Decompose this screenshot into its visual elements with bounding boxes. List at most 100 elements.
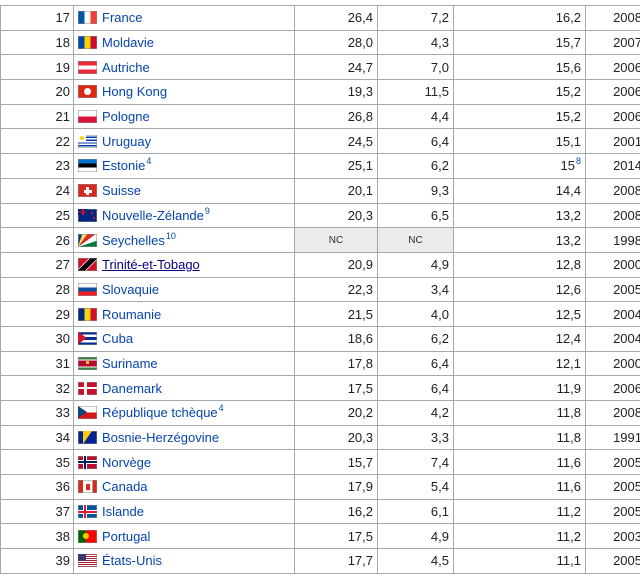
cell-value: 4,9	[430, 257, 449, 273]
country-link[interactable]: Autriche	[102, 60, 150, 75]
year-value: 2008	[613, 10, 640, 26]
rank-cell: 25	[0, 202, 74, 229]
year-cell: 2000	[585, 350, 640, 377]
reference-link[interactable]: 9	[205, 206, 210, 216]
year-cell: 2008	[585, 5, 640, 31]
table-row: 24 Suisse 20,1 9,3 14,4 2008	[0, 177, 640, 204]
cell-value: NC	[328, 234, 344, 246]
year-value: 2005	[613, 454, 640, 470]
table-body: 17 France 26,4 7,2 16,2 2008 18 Moldavie 28,0 4,3…	[0, 5, 640, 574]
rank-cell: 22	[0, 128, 74, 155]
year-cell: 2004	[585, 301, 640, 327]
country-link[interactable]: République tchèque	[102, 405, 218, 420]
flag-norway-icon	[78, 455, 97, 469]
table-row: 34 Bosnie-Herzégovine 20,3 3,3 11,8 1991	[0, 424, 640, 451]
year-value: 2006	[613, 109, 640, 125]
flag-bosnia-icon	[78, 431, 97, 445]
country-link[interactable]: Pologne	[102, 109, 150, 124]
rank-cell: 30	[0, 325, 74, 352]
country-link[interactable]: Moldavie	[102, 35, 154, 50]
reference-link[interactable]: 8	[576, 156, 581, 166]
value-cell: 20,2	[294, 400, 378, 426]
country-link[interactable]: Slovaquie	[102, 282, 159, 297]
nc-cell: NC	[294, 227, 378, 253]
value-cell: 7,4	[377, 449, 454, 476]
table-row: 37 Islande 16,2 6,1 11,2 2005	[0, 498, 640, 525]
country-link[interactable]: Seychelles	[102, 233, 165, 248]
country-link[interactable]: Canada	[102, 479, 148, 494]
country-cell: France	[73, 5, 295, 31]
cell-value: 12,4	[555, 331, 581, 347]
country-link[interactable]: Roumanie	[102, 307, 161, 322]
country-link[interactable]: Suisse	[102, 183, 141, 198]
value-cell: 11,2	[453, 523, 586, 550]
country-link[interactable]: Suriname	[102, 356, 158, 371]
cell-value: 17,7	[347, 553, 373, 569]
flag-canada-icon	[78, 480, 97, 494]
cell-value: 6,5	[430, 207, 449, 223]
year-cell: 1991	[585, 424, 640, 451]
value-cell: 24,7	[294, 54, 378, 81]
rank-cell: 20	[0, 79, 74, 105]
value-cell: 9,3	[377, 177, 454, 204]
flag-france-icon	[78, 11, 97, 25]
cell-value: 15,1	[555, 133, 581, 149]
value-cell: 7,2	[377, 5, 454, 31]
country-link[interactable]: Norvège	[102, 455, 151, 470]
country-link[interactable]: États-Unis	[102, 553, 162, 568]
table-row: 26 Seychelles10 NC NC 13,2 1998	[0, 227, 640, 253]
cell-value: 25,1	[347, 158, 373, 174]
year-cell: 2006	[585, 103, 640, 130]
rank-cell: 17	[0, 5, 74, 31]
country-cell: Suisse	[73, 177, 295, 204]
value-cell: 11,8	[453, 400, 586, 426]
value-cell: 158	[453, 153, 586, 179]
cell-value: 11,2	[556, 528, 581, 544]
country-cell: Slovaquie	[73, 276, 295, 303]
country-link[interactable]: Danemark	[102, 381, 162, 396]
country-cell: Suriname	[73, 350, 295, 377]
rank-value: 18	[55, 35, 70, 51]
table-row: 23 Estonie4 25,1 6,2 158 2014	[0, 153, 640, 179]
year-cell: 2006	[585, 54, 640, 81]
table-row: 19 Autriche 24,7 7,0 15,6 2006	[0, 54, 640, 81]
cell-value: 19,3	[347, 84, 373, 100]
year-cell: 2004	[585, 325, 640, 352]
country-link[interactable]: Nouvelle-Zélande	[102, 208, 204, 223]
value-cell: 18,6	[294, 325, 378, 352]
value-cell: 15,7	[453, 29, 586, 56]
country-cell: Estonie4	[73, 153, 295, 179]
year-value: 2001	[613, 133, 640, 149]
year-cell: 2005	[585, 498, 640, 525]
reference-link[interactable]: 4	[146, 156, 151, 166]
cell-value: 11,6	[556, 454, 581, 470]
reference-link[interactable]: 4	[219, 403, 224, 413]
reference-link[interactable]: 10	[166, 231, 176, 241]
value-cell: 3,3	[377, 424, 454, 451]
country-link[interactable]: Trinité-et-Tobago	[102, 257, 200, 272]
cell-value: 12,8	[555, 257, 581, 273]
country-link[interactable]: France	[102, 10, 142, 25]
table-row: 33 République tchèque4 20,2 4,2 11,8 2008	[0, 400, 640, 426]
country-link[interactable]: Portugal	[102, 529, 150, 544]
country-link[interactable]: Uruguay	[102, 134, 151, 149]
country-link[interactable]: Islande	[102, 504, 144, 519]
country-link[interactable]: Bosnie-Herzégovine	[102, 430, 219, 445]
value-cell: 7,0	[377, 54, 454, 81]
country-link[interactable]: Estonie	[102, 158, 145, 173]
country-link[interactable]: Cuba	[102, 331, 133, 346]
cell-value: NC	[408, 234, 423, 246]
cell-value: 7,2	[430, 10, 449, 26]
cell-value: 16,2	[347, 504, 373, 520]
cell-value: 15,7	[555, 35, 581, 51]
value-cell: 26,8	[294, 103, 378, 130]
country-link[interactable]: Hong Kong	[102, 84, 167, 99]
year-value: 2014	[613, 158, 640, 174]
rank-cell: 29	[0, 301, 74, 327]
table-row: 18 Moldavie 28,0 4,3 15,7 2007	[0, 29, 640, 56]
cell-value: 20,9	[347, 257, 373, 273]
rank-value: 25	[55, 207, 70, 223]
rank-value: 19	[55, 59, 70, 75]
cell-value: 21,5	[347, 306, 373, 322]
country-cell: Uruguay	[73, 128, 295, 155]
